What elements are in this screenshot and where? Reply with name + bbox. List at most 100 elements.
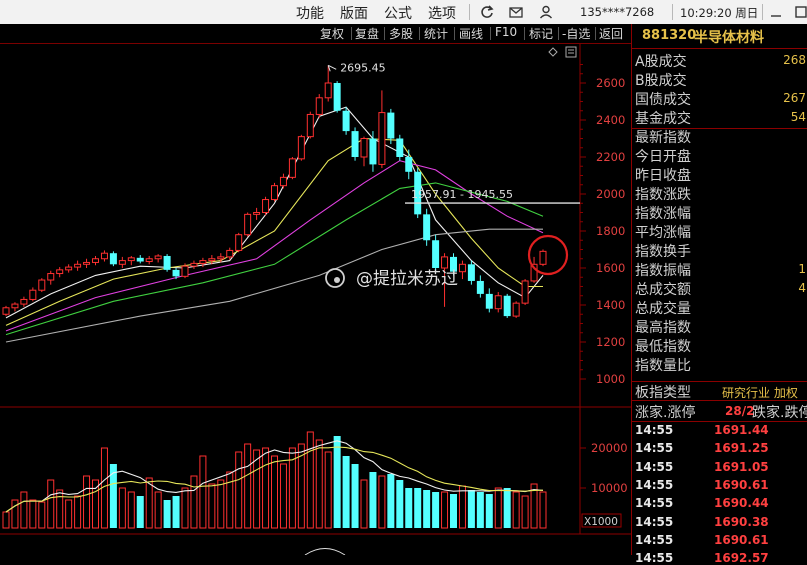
diamond-icon[interactable] [548, 47, 558, 57]
candle-body-up [378, 112, 386, 165]
kline-chart[interactable]: 1000 1200 1400 1600 1800 2000 2200 2400 2600 100… [0, 44, 631, 555]
volume-unit-label: X1000 [584, 516, 618, 528]
price-tick-label: 2200 [596, 150, 625, 164]
volume-bar-down [369, 472, 377, 528]
btn-f10[interactable]: F10 [495, 25, 517, 39]
high-label: 2695.45 [340, 61, 386, 74]
candle-body-down [163, 255, 171, 270]
btn-replay[interactable]: 复盘 [355, 25, 379, 42]
stat-label: 国债成交 [635, 92, 691, 108]
toolbar-divider [558, 27, 559, 40]
candle-body-up [441, 256, 449, 269]
volume-bar-up [521, 495, 529, 529]
volume-bar-up [458, 485, 466, 529]
candle-body-up [244, 213, 252, 236]
volume-bar-down [136, 496, 144, 528]
tick-time: 14:55 [635, 423, 674, 437]
stat-label: B股成交 [635, 73, 687, 89]
minimize-icon[interactable] [770, 6, 782, 18]
tick-price: 1691.25 [714, 441, 769, 456]
btn-multi-stock[interactable]: 多股 [389, 25, 413, 42]
btn-statistics[interactable]: 统计 [424, 25, 448, 42]
toolbar-divider [384, 27, 385, 40]
mail-icon[interactable] [508, 4, 524, 20]
volume-bar-up [441, 491, 449, 529]
btn-mark[interactable]: 标记 [529, 25, 553, 42]
volume-bar-down [414, 488, 422, 528]
stat-label: 指数涨幅 [635, 206, 691, 222]
indicator-curve [304, 548, 346, 555]
price-axis-labels: 1000 1200 1400 1600 1800 2000 2200 2400 2600 [580, 64, 625, 386]
candle-body-up [2, 307, 10, 315]
volume-bars [2, 431, 547, 529]
btn-restore-rights[interactable]: 复权 [320, 25, 344, 42]
volume-bar-up [118, 487, 126, 529]
volume-bar-up [244, 443, 252, 529]
price-tick-label: 1400 [596, 298, 625, 312]
candle-body-down [423, 214, 431, 241]
toolbar-divider [351, 27, 352, 40]
tick-price: 1691.05 [714, 459, 769, 474]
volume-bar-down [503, 488, 511, 528]
stat-label: 今日开盘 [635, 149, 691, 165]
volume-bar-up [190, 475, 198, 529]
volume-bar-up [235, 451, 243, 529]
volume-bar-up [306, 431, 314, 529]
up-count-label: 涨家.涨停 [635, 405, 696, 421]
stat-value: 268 [783, 53, 806, 67]
candle-body-up [65, 266, 73, 271]
candle-body-down [476, 280, 484, 294]
candle-body-up [118, 260, 126, 265]
up-count-value: 28/2 [725, 404, 755, 418]
board-type-label: 板指类型 [635, 385, 691, 401]
layout-icon[interactable] [565, 46, 577, 58]
stock-header[interactable]: 881320 半导体材料 [632, 24, 807, 49]
volume-bar-up [29, 499, 37, 529]
volume-bar-down [396, 480, 404, 528]
maximize-icon[interactable] [795, 5, 807, 19]
volume-bar-down [485, 494, 493, 528]
tick-time: 14:55 [635, 496, 674, 511]
candle-body-up [38, 279, 46, 291]
stock-code: 881320 [642, 28, 697, 43]
tick-price: 1690.44 [714, 496, 769, 511]
menu-options[interactable]: 选项 [428, 3, 456, 23]
menu-layout[interactable]: 版面 [340, 3, 368, 23]
refresh-icon[interactable] [479, 4, 495, 20]
candle-body-up [208, 258, 216, 262]
volume-tick-label: 10000 [591, 481, 628, 495]
btn-back[interactable]: 返回 [599, 25, 623, 42]
user-icon[interactable] [538, 4, 554, 20]
candle-body-up [154, 255, 162, 260]
tick-price: 1690.61 [714, 532, 769, 547]
candle-body-up [235, 234, 243, 251]
price-tick-label: 2000 [596, 187, 625, 201]
candle-body-down [503, 295, 511, 317]
candle-body-up [47, 273, 55, 281]
candle-body-up [315, 97, 323, 115]
account-number: 135****7268 [580, 5, 655, 19]
btn-remove-watchlist[interactable]: -自选 [562, 25, 590, 42]
stat-label: 昨日收盘 [635, 168, 691, 184]
candle-body-down [485, 293, 493, 309]
price-tick-label: 1600 [596, 261, 625, 275]
volume-bar-up [20, 491, 28, 529]
volume-bar-down [405, 488, 413, 528]
volume-bar-down [109, 464, 117, 528]
volume-bar-up [262, 447, 270, 529]
menu-function[interactable]: 功能 [296, 3, 324, 23]
candle-body-up [271, 185, 278, 201]
stat-value: 54 [790, 110, 806, 124]
volume-bar-down [387, 474, 395, 528]
volume-bar-up [539, 491, 547, 529]
price-tick-label: 2600 [596, 76, 625, 90]
menu-formula[interactable]: 公式 [384, 3, 412, 23]
tick-time: 14:55 [635, 441, 674, 456]
ma-line-white [5, 106, 544, 319]
candle-body-up [83, 261, 91, 265]
tick-price: 1691.44 [714, 423, 769, 437]
candle-body-up [262, 199, 270, 214]
btn-draw-line[interactable]: 画线 [459, 25, 483, 42]
tick-price: 1692.57 [714, 551, 769, 565]
volume-bar-up [315, 439, 323, 529]
